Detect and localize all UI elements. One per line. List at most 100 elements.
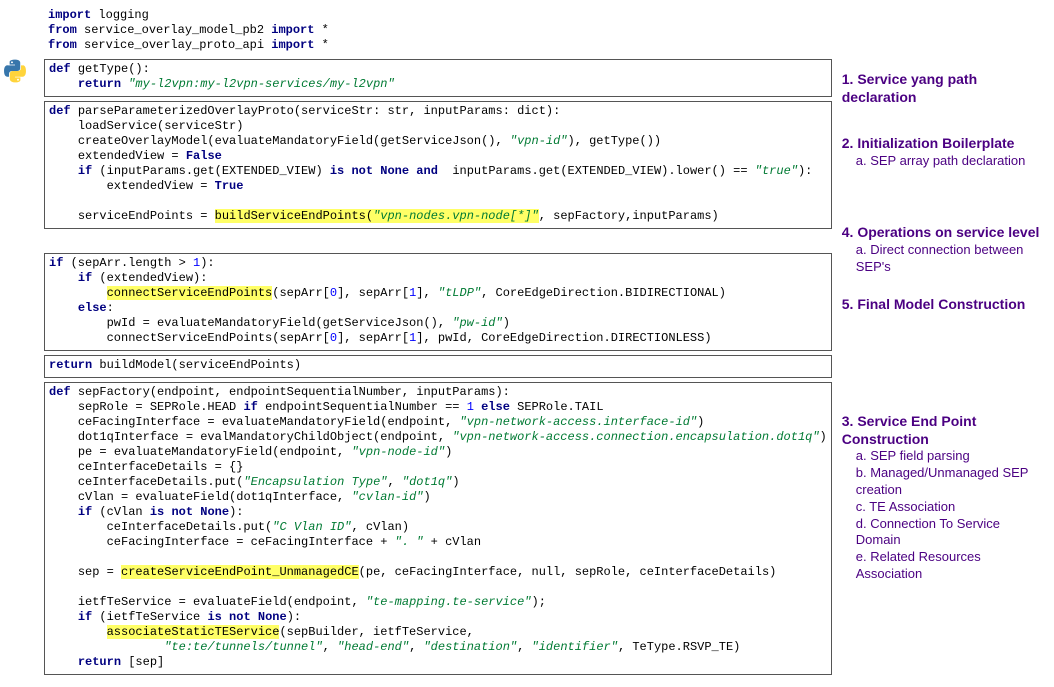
import-star: * [314, 23, 328, 37]
code-text: , TeType.RSVP_TE) [618, 640, 740, 654]
code-text: ) [445, 445, 452, 459]
annotation-heading: 3. Service End Point Construction [842, 412, 1046, 448]
box-return: return buildModel(serviceEndPoints) [44, 355, 832, 378]
code-text: ): [200, 256, 214, 270]
kw-else: else [78, 301, 107, 315]
code-text: sepRole = SEPRole.HEAD [78, 400, 244, 414]
code-text: , [387, 475, 401, 489]
box-operations: if (sepArr.length > 1): if (extendedView… [44, 253, 832, 351]
annotation-heading: 2. Initialization Boilerplate [842, 134, 1046, 152]
string-literal: "tLDP" [438, 286, 481, 300]
kw-return: return [78, 77, 128, 91]
code-line: loadService(serviceStr) [78, 119, 244, 133]
kw-else: else [481, 400, 517, 414]
code-text: + cVlan [423, 535, 481, 549]
fn-sig: (): [128, 62, 150, 76]
box-parseproto: def parseParameterizedOverlayProto(servi… [44, 101, 832, 229]
imports-block: import logging from service_overlay_mode… [44, 8, 832, 59]
code-text: , sepFactory,inputParams) [539, 209, 719, 223]
num-literal: 0 [330, 286, 337, 300]
kw-if: if [78, 505, 100, 519]
annotation-5: 5. Final Model Construction [842, 295, 1046, 313]
code-text: ) [423, 490, 430, 504]
code-text: connectServiceEndPoints(sepArr[ [107, 331, 330, 345]
code-text: ceInterfaceDetails.put( [107, 520, 273, 534]
string-literal: "true" [755, 164, 798, 178]
code-text: ceFacingInterface = ceFacingInterface + [107, 535, 395, 549]
code-text: ), getType()) [568, 134, 662, 148]
code-text: (cVlan [99, 505, 149, 519]
box-gettype: def getType(): return "my-l2vpn:my-l2vpn… [44, 59, 832, 97]
code-text: (sepBuilder, ietfTeService, [279, 625, 473, 639]
code-text: [sep] [128, 655, 164, 669]
kw-false: False [186, 149, 222, 163]
code-text: createOverlayModel(evaluateMandatoryFiel… [78, 134, 510, 148]
kw-and: and [416, 164, 452, 178]
code-text: inputParams.get(EXTENDED_VIEW).lower() =… [452, 164, 754, 178]
string-literal: "vpn-node-id" [351, 445, 445, 459]
kw-import: import [48, 8, 91, 22]
kw-import: import [271, 23, 314, 37]
code-text: ) [503, 316, 510, 330]
annotation-3: 3. Service End Point Construction a. SEP… [842, 412, 1046, 584]
annotation-heading: 4. Operations on service level [842, 223, 1046, 241]
string-literal: "pw-id" [452, 316, 502, 330]
num-literal: 0 [330, 331, 337, 345]
kw-none: None [380, 164, 416, 178]
import-module: logging [91, 8, 149, 22]
fn-name: sepFactory [78, 385, 150, 399]
code-column: import logging from service_overlay_mode… [8, 8, 832, 679]
kw-def: def [49, 385, 78, 399]
annotation-sub: a. Direct connection between SEP's [842, 242, 1046, 276]
code-text: ): [287, 610, 301, 624]
code-text: buildServiceEndPoints( [215, 209, 373, 223]
code-text: ietfTeService = evaluateField(endpoint, [78, 595, 366, 609]
code-text: (pe, ceFacingInterface, null, sepRole, c… [359, 565, 777, 579]
code-text: SEPRole.TAIL [517, 400, 603, 414]
highlighted-call: associateStaticTEService [107, 625, 280, 639]
fn-sig: (serviceStr: str, inputParams: dict): [294, 104, 560, 118]
code-text: buildModel(serviceEndPoints) [99, 358, 301, 372]
kw-if: if [78, 271, 100, 285]
code-text: (ietfTeService [99, 610, 207, 624]
code-text: extendedView = [78, 149, 186, 163]
code-text: ], [416, 286, 438, 300]
num-literal: 1 [467, 400, 481, 414]
import-star: * [314, 38, 328, 52]
code-text: , [517, 640, 531, 654]
box-sepfactory: def sepFactory(endpoint, endpointSequent… [44, 382, 832, 675]
kw-return: return [78, 655, 128, 669]
string-literal: "vpn-network-access.interface-id" [459, 415, 697, 429]
annotation-sub: a. SEP field parsing [842, 448, 1046, 465]
code-text: ) [820, 430, 827, 444]
annotation-sub: d. Connection To Service Domain [842, 516, 1046, 550]
kw-isnot: is not [207, 610, 257, 624]
code-text: ceInterfaceDetails.put( [78, 475, 244, 489]
code-text: : [107, 301, 114, 315]
kw-from: from [48, 23, 77, 37]
code-text: ) [452, 475, 459, 489]
annotation-1: 1. Service yang path declaration [842, 70, 1046, 106]
highlighted-call: buildServiceEndPoints("vpn-nodes.vpn-nod… [215, 209, 539, 223]
kw-if: if [49, 256, 71, 270]
code-text: endpointSequentialNumber == [265, 400, 467, 414]
string-literal: "te-mapping.te-service" [366, 595, 532, 609]
annotation-heading: 5. Final Model Construction [842, 295, 1046, 313]
string-literal: "my-l2vpn:my-l2vpn-services/my-l2vpn" [128, 77, 394, 91]
code-text: ], pwId, CoreEdgeDirection.DIRECTIONLESS… [416, 331, 711, 345]
code-text: , [323, 640, 337, 654]
highlighted-call: connectServiceEndPoints [107, 286, 273, 300]
code-text: ceInterfaceDetails = {} [78, 460, 244, 474]
kw-if: if [243, 400, 265, 414]
string-literal: ". " [395, 535, 424, 549]
code-text: ): [229, 505, 243, 519]
string-literal: "vpn-nodes.vpn-node[*]" [373, 209, 539, 223]
fn-name: parseParameterizedOverlayProto [78, 104, 294, 118]
string-literal: "te:te/tunnels/tunnel" [164, 640, 322, 654]
kw-return: return [49, 358, 99, 372]
kw-isnot: is not [150, 505, 200, 519]
kw-isnot: is not [330, 164, 380, 178]
code-text: pwId = evaluateMandatoryField(getService… [107, 316, 453, 330]
code-text: (sepArr[ [272, 286, 330, 300]
kw-true: True [215, 179, 244, 193]
